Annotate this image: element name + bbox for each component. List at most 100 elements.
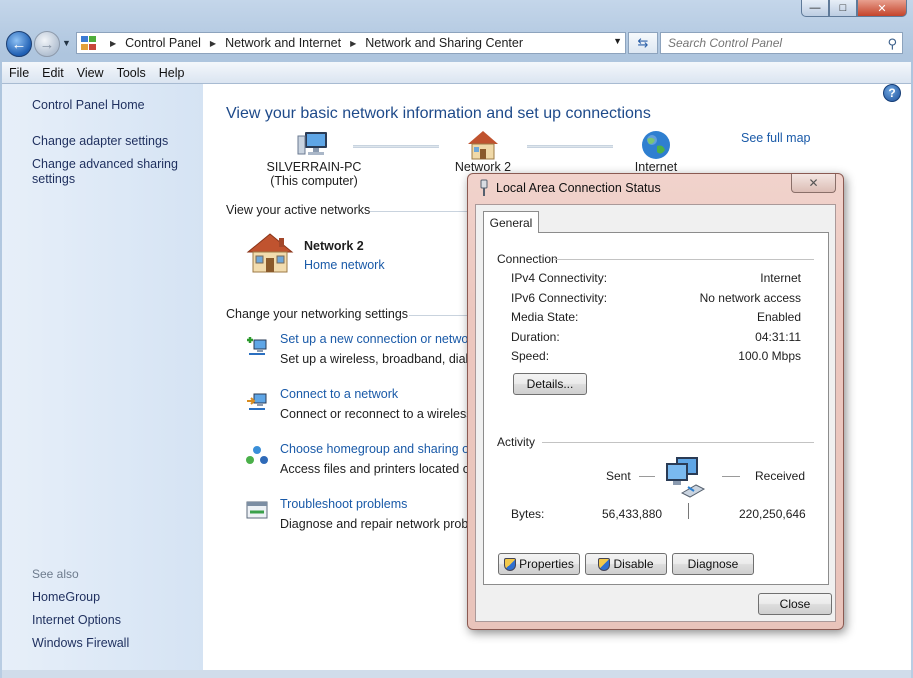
connection-group-label: Connection: [497, 252, 558, 266]
uac-shield-icon: [598, 557, 611, 571]
breadcrumb[interactable]: ▶ Control Panel ▶ Network and Internet ▶…: [76, 32, 626, 54]
group-divider: [554, 259, 814, 260]
network-adapter-icon: [480, 179, 488, 196]
tab-general[interactable]: General: [483, 211, 539, 233]
troubleshoot-link[interactable]: Troubleshoot problems: [280, 497, 407, 511]
properties-button[interactable]: Properties: [498, 553, 580, 575]
details-button[interactable]: Details...: [513, 373, 587, 395]
forward-button[interactable]: →: [34, 31, 60, 57]
properties-button-label: Properties: [519, 557, 574, 571]
breadcrumb-separator-icon: ▶: [350, 38, 357, 48]
sidebar-homegroup[interactable]: HomeGroup: [32, 590, 100, 604]
forward-arrow-icon: →: [39, 35, 55, 53]
computer-subtitle: (This computer): [270, 174, 358, 188]
sidebar: Control Panel Home Change adapter settin…: [2, 84, 203, 670]
active-network-type-link[interactable]: Home network: [304, 258, 385, 272]
sidebar-change-advanced-sharing-cont[interactable]: settings: [32, 172, 75, 186]
ipv6-row: IPv6 Connectivity: No network access: [511, 291, 801, 305]
house-icon: [468, 131, 498, 160]
sidebar-windows-firewall[interactable]: Windows Firewall: [32, 636, 129, 650]
globe-icon: [642, 131, 670, 159]
media-state-label: Media State:: [511, 310, 579, 324]
breadcrumb-separator-icon: ▶: [209, 38, 217, 48]
activity-group-label: Activity: [497, 435, 536, 449]
sidebar-internet-options[interactable]: Internet Options: [32, 613, 121, 627]
see-full-map-link[interactable]: See full map: [741, 131, 810, 145]
sidebar-control-panel-home[interactable]: Control Panel Home: [32, 98, 145, 112]
ipv4-row: IPv4 Connectivity: Internet: [511, 271, 801, 285]
sidebar-change-adapter-settings[interactable]: Change adapter settings: [32, 134, 168, 148]
map-network-name: Network 2: [454, 160, 512, 174]
connect-network-icon: [247, 393, 267, 410]
breadcrumb-network-and-internet[interactable]: Network and Internet: [225, 36, 341, 50]
speed-label: Speed:: [511, 349, 550, 363]
menu-help[interactable]: Help: [152, 66, 191, 80]
diagnose-button[interactable]: Diagnose: [672, 553, 754, 575]
network-activity-icon: [666, 457, 706, 498]
history-dropdown-icon[interactable]: ▼: [62, 38, 71, 48]
ipv4-label: IPv4 Connectivity:: [511, 271, 608, 285]
section-divider: [370, 211, 470, 212]
address-dropdown-icon[interactable]: ▼: [613, 36, 622, 46]
duration-row: Duration: 04:31:11: [511, 330, 801, 344]
ipv6-value: No network access: [699, 291, 801, 305]
bytes-divider: [688, 503, 689, 519]
uac-shield-icon: [504, 557, 517, 571]
homegroup-icon: [246, 446, 268, 464]
breadcrumb-network-sharing-center[interactable]: Network and Sharing Center: [365, 36, 523, 50]
refresh-button[interactable]: ⇆: [628, 32, 658, 54]
address-bar: ← → ▼ ▶ Control Panel ▶ Network and Inte…: [4, 30, 909, 58]
troubleshoot-desc: Diagnose and repair network problems: [280, 517, 495, 531]
maximize-button[interactable]: □: [829, 0, 857, 17]
sent-line: [639, 476, 655, 477]
menu-view[interactable]: View: [70, 66, 110, 80]
troubleshoot-icon: [246, 501, 268, 519]
search-input[interactable]: [668, 36, 868, 50]
speed-value: 100.0 Mbps: [738, 349, 801, 363]
active-network-name: Network 2: [304, 239, 364, 253]
page-title: View your basic network information and …: [226, 105, 651, 122]
sent-label: Sent: [606, 469, 631, 483]
ipv4-value: Internet: [760, 271, 801, 285]
dialog-body: General Connection IPv4 Connectivity: In…: [475, 204, 836, 622]
connect-network-link[interactable]: Connect to a network: [280, 387, 398, 401]
menu-bar: File Edit View Tools Help: [2, 62, 911, 84]
search-box[interactable]: ⚲: [660, 32, 903, 54]
ipv6-label: IPv6 Connectivity:: [511, 291, 608, 305]
close-button[interactable]: Close: [758, 593, 832, 615]
close-window-button[interactable]: ✕: [857, 0, 907, 17]
map-internet-label: Internet: [634, 160, 678, 174]
disable-button[interactable]: Disable: [585, 553, 667, 575]
bytes-sent-value: 56,433,880: [602, 507, 663, 521]
help-icon[interactable]: ?: [883, 84, 901, 102]
see-also-heading: See also: [32, 567, 79, 581]
map-link-line: [353, 145, 439, 148]
map-node-computer[interactable]: SILVERRAIN-PC (This computer): [264, 130, 364, 188]
menu-tools[interactable]: Tools: [110, 66, 152, 80]
sidebar-change-advanced-sharing[interactable]: Change advanced sharing: [32, 157, 178, 171]
map-link-line: [527, 145, 613, 148]
back-arrow-icon: ←: [11, 35, 27, 53]
map-node-internet[interactable]: Internet: [626, 130, 686, 174]
computer-icon: [297, 132, 327, 155]
minimize-button[interactable]: —: [801, 0, 829, 17]
search-icon[interactable]: ⚲: [887, 36, 897, 52]
speed-row: Speed: 100.0 Mbps: [511, 349, 801, 363]
active-networks-heading: View your active networks: [226, 203, 371, 217]
menu-file[interactable]: File: [2, 66, 35, 80]
dialog-close-button[interactable]: ✕: [791, 174, 836, 193]
general-tab-page: Connection IPv4 Connectivity: Internet I…: [483, 232, 829, 585]
section-divider: [409, 315, 469, 316]
group-divider: [542, 442, 814, 443]
map-node-network[interactable]: Network 2: [450, 130, 516, 174]
received-line: [722, 476, 740, 477]
networking-settings-heading: Change your networking settings: [226, 307, 409, 321]
close-icon: ✕: [808, 176, 819, 190]
menu-edit[interactable]: Edit: [35, 66, 70, 80]
back-button[interactable]: ←: [6, 31, 32, 57]
breadcrumb-control-panel[interactable]: Control Panel: [125, 36, 201, 50]
breadcrumb-separator-icon: ▶: [110, 38, 117, 48]
status-bar: [2, 670, 911, 678]
setup-connection-link[interactable]: Set up a new connection or network: [280, 332, 479, 346]
refresh-icon: ⇆: [637, 35, 649, 50]
